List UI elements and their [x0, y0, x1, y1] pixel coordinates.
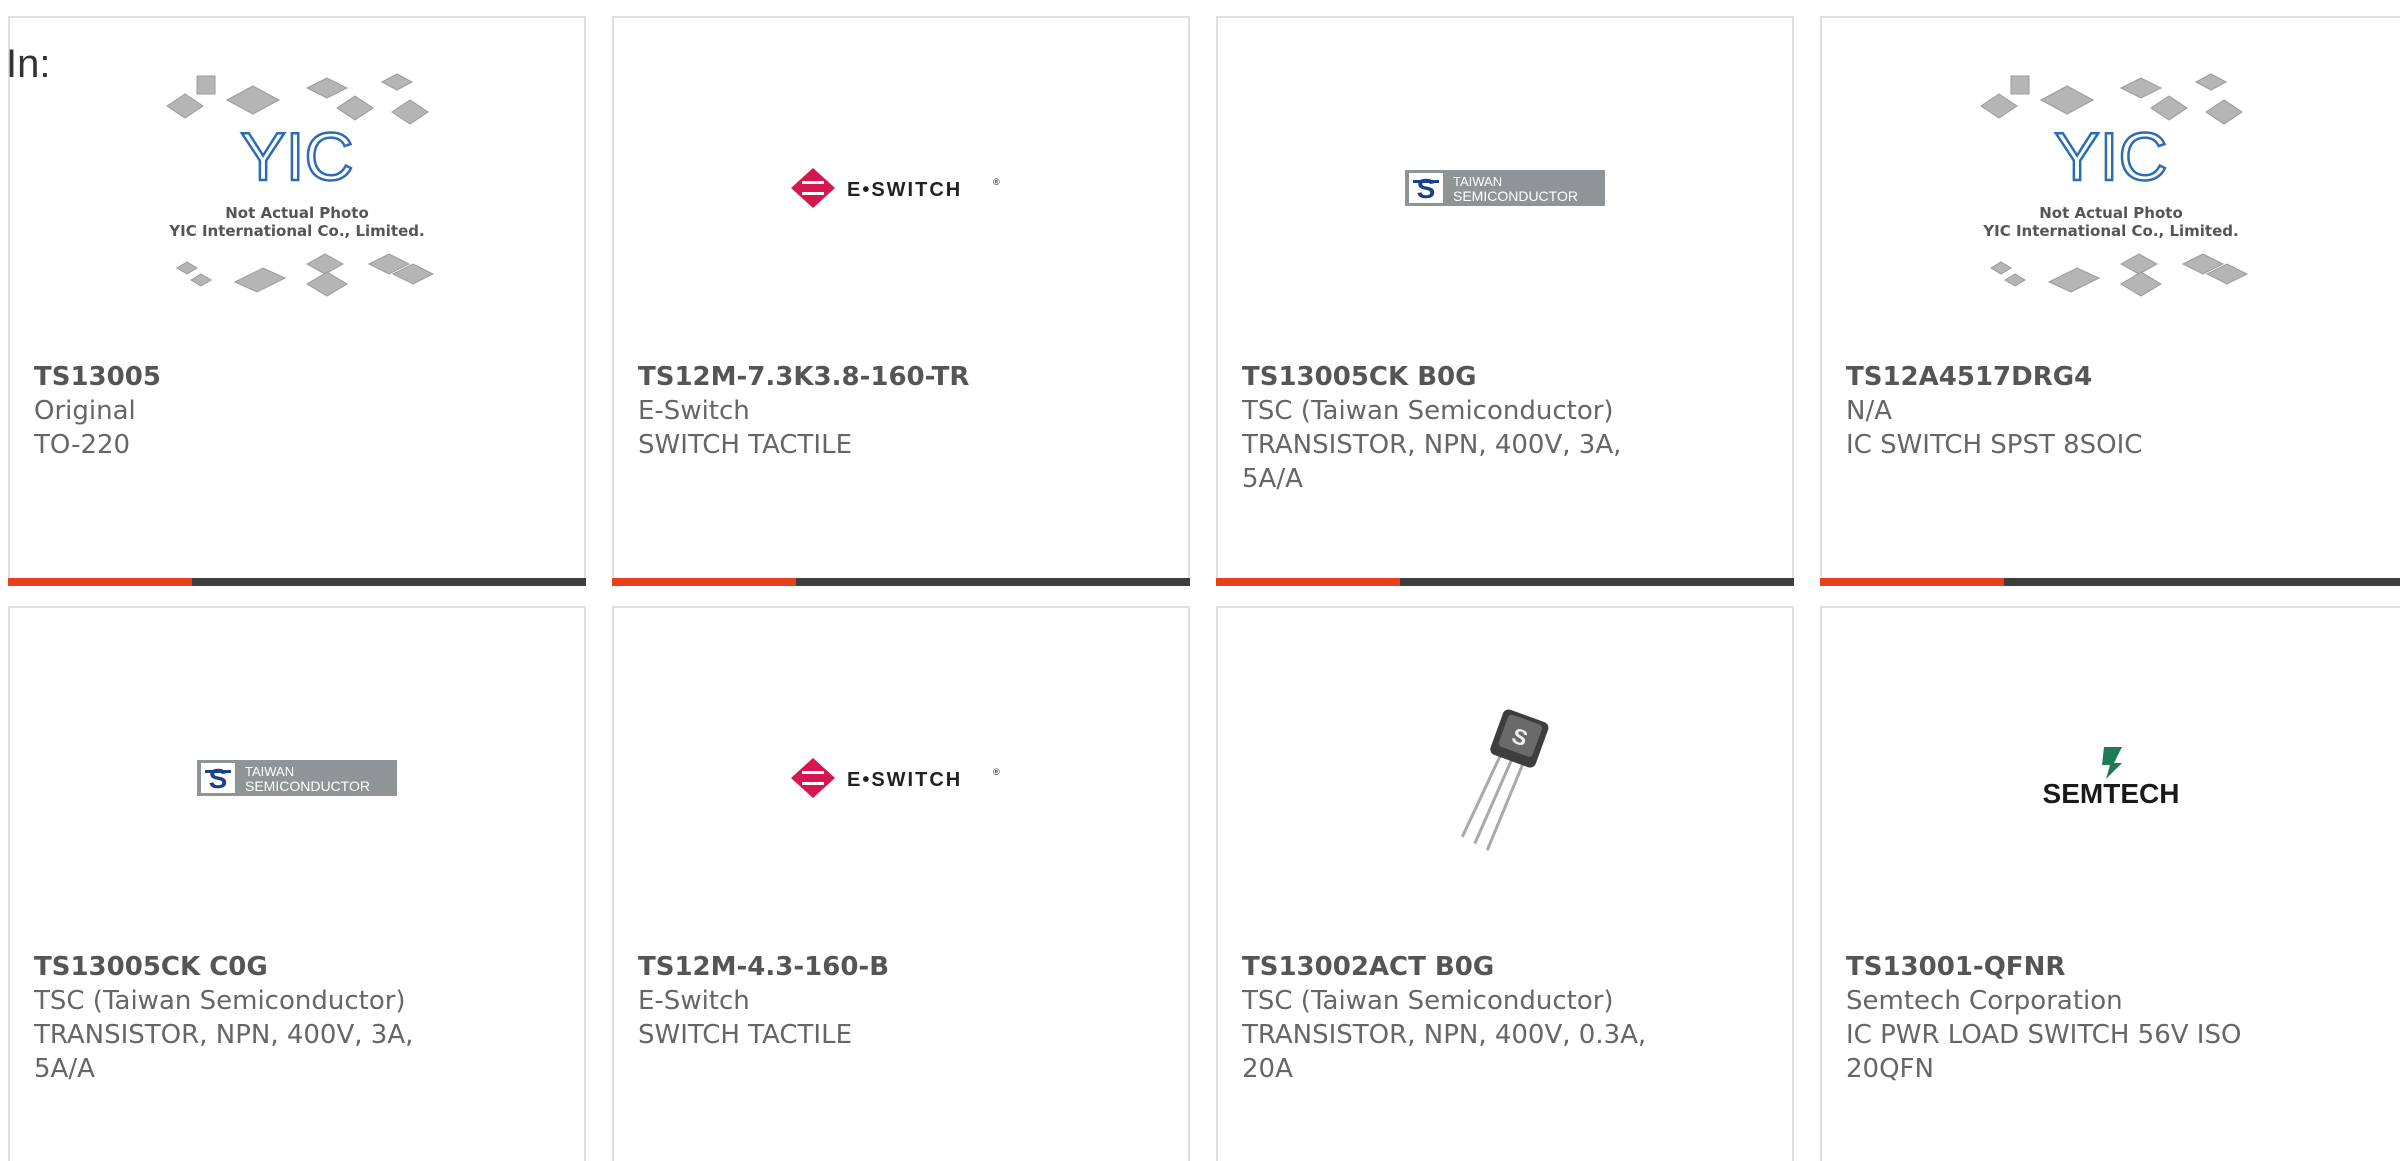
- svg-text:SEMTECH: SEMTECH: [2043, 778, 2180, 809]
- product-image[interactable]: E•SWITCH ®: [614, 608, 1188, 948]
- description: SWITCH TACTILE: [638, 1020, 853, 1050]
- yic-placeholder-logo: YIC Not Actual Photo YIC International C…: [166, 73, 435, 297]
- product-info: TS12A4517DRG4 N/A IC SWITCH SPST 8SOIC: [1846, 360, 2266, 462]
- svg-text:S: S: [1417, 173, 1436, 204]
- product-card[interactable]: YIC Not Actual Photo YIC International C…: [8, 16, 586, 586]
- product-card[interactable]: YIC Not Actual Photo YIC International C…: [1820, 16, 2400, 586]
- svg-text:YIC International Co., Limited: YIC International Co., Limited.: [1982, 222, 2238, 240]
- part-number[interactable]: TS12A4517DRG4: [1846, 360, 2266, 394]
- svg-text:YIC: YIC: [2054, 119, 2167, 195]
- manufacturer: TSC (Taiwan Semiconductor): [34, 986, 406, 1016]
- product-info: TS13005 Original TO-220: [34, 360, 454, 462]
- description: TRANSISTOR, NPN, 400V, 3A, 5A/A: [34, 1020, 414, 1084]
- product-info: TS12M-7.3K3.8-160-TR E-Switch SWITCH TAC…: [638, 360, 1058, 462]
- svg-text:Not Actual Photo: Not Actual Photo: [2039, 204, 2183, 222]
- card-bottom-bar: [1216, 578, 1794, 586]
- card-accent-bar: [612, 578, 796, 586]
- part-number[interactable]: TS13005CK C0G: [34, 950, 454, 984]
- product-image[interactable]: S: [1218, 608, 1792, 948]
- description: IC SWITCH SPST 8SOIC: [1846, 430, 2143, 460]
- yic-placeholder-logo: YIC Not Actual Photo YIC International C…: [1980, 73, 2249, 297]
- svg-text:S: S: [209, 763, 228, 794]
- product-card[interactable]: E•SWITCH ® TS12M-4.3-160-B E-Switch SWIT…: [612, 606, 1190, 1161]
- description: IC PWR LOAD SWITCH 56V ISO 20QFN: [1846, 1020, 2242, 1084]
- product-image[interactable]: E•SWITCH ®: [614, 18, 1188, 358]
- description: TO-220: [34, 430, 131, 460]
- product-image[interactable]: S TAIWAN SEMICONDUCTOR: [1218, 18, 1792, 358]
- product-card[interactable]: S TS13002ACT B0G TSC (Taiwan Semiconduct…: [1216, 606, 1794, 1161]
- manufacturer: Semtech Corporation: [1846, 986, 2123, 1016]
- manufacturer: E-Switch: [638, 986, 750, 1016]
- taiwan-semiconductor-logo: S TAIWAN SEMICONDUCTOR: [1405, 170, 1605, 206]
- manufacturer: Original: [34, 396, 136, 426]
- part-number[interactable]: TS13005: [34, 360, 454, 394]
- part-number[interactable]: TS13002ACT B0G: [1242, 950, 1662, 984]
- product-image[interactable]: S TAIWAN SEMICONDUCTOR: [10, 608, 584, 948]
- card-bottom-bar: [1820, 578, 2400, 586]
- description: TRANSISTOR, NPN, 400V, 0.3A, 20A: [1242, 1020, 1647, 1084]
- svg-text:E•SWITCH: E•SWITCH: [847, 769, 962, 791]
- card-accent-bar: [1820, 578, 2004, 586]
- to92-transistor-photo: S: [1460, 709, 1549, 851]
- product-info: TS13005CK B0G TSC (Taiwan Semiconductor)…: [1242, 360, 1662, 496]
- svg-text:Not Actual Photo: Not Actual Photo: [225, 204, 369, 222]
- part-number[interactable]: TS13005CK B0G: [1242, 360, 1662, 394]
- manufacturer: TSC (Taiwan Semiconductor): [1242, 396, 1614, 426]
- product-info: TS13005CK C0G TSC (Taiwan Semiconductor)…: [34, 950, 454, 1086]
- product-card[interactable]: SEMTECH TS13001-QFNR Semtech Corporation…: [1820, 606, 2400, 1161]
- product-card[interactable]: S TAIWAN SEMICONDUCTOR TS13005CK C0G TSC…: [8, 606, 586, 1161]
- manufacturer: E-Switch: [638, 396, 750, 426]
- card-accent-bar: [8, 578, 192, 586]
- description: SWITCH TACTILE: [638, 430, 853, 460]
- svg-text:YIC International Co., Limited: YIC International Co., Limited.: [168, 222, 424, 240]
- product-info: TS13002ACT B0G TSC (Taiwan Semiconductor…: [1242, 950, 1662, 1086]
- card-accent-bar: [1216, 578, 1400, 586]
- card-bottom-bar: [8, 578, 586, 586]
- taiwan-semiconductor-logo: S TAIWAN SEMICONDUCTOR: [197, 760, 397, 796]
- semtech-logo: SEMTECH: [2043, 747, 2180, 809]
- product-info: TS13001-QFNR Semtech Corporation IC PWR …: [1846, 950, 2266, 1086]
- part-number[interactable]: TS12M-7.3K3.8-160-TR: [638, 360, 1058, 394]
- svg-text:YIC: YIC: [240, 119, 353, 195]
- product-card[interactable]: S TAIWAN SEMICONDUCTOR TS13005CK B0G TSC…: [1216, 16, 1794, 586]
- part-number[interactable]: TS12M-4.3-160-B: [638, 950, 1058, 984]
- part-number[interactable]: TS13001-QFNR: [1846, 950, 2266, 984]
- svg-text:SEMICONDUCTOR: SEMICONDUCTOR: [245, 778, 370, 794]
- product-image[interactable]: YIC Not Actual Photo YIC International C…: [1822, 18, 2400, 358]
- e-switch-logo: E•SWITCH ®: [791, 168, 1000, 208]
- description: TRANSISTOR, NPN, 400V, 3A, 5A/A: [1242, 430, 1622, 494]
- svg-text:TAIWAN: TAIWAN: [245, 764, 294, 779]
- product-info: TS12M-4.3-160-B E-Switch SWITCH TACTILE: [638, 950, 1058, 1052]
- svg-text:TAIWAN: TAIWAN: [1453, 174, 1502, 189]
- svg-text:®: ®: [993, 177, 1000, 187]
- product-card[interactable]: E•SWITCH ® TS12M-7.3K3.8-160-TR E-Switch…: [612, 16, 1190, 586]
- product-image[interactable]: SEMTECH: [1822, 608, 2400, 948]
- page-label: In:: [6, 42, 51, 86]
- e-switch-logo: E•SWITCH ®: [791, 758, 1000, 798]
- manufacturer: TSC (Taiwan Semiconductor): [1242, 986, 1614, 1016]
- svg-text:E•SWITCH: E•SWITCH: [847, 179, 962, 201]
- product-image[interactable]: YIC Not Actual Photo YIC International C…: [10, 18, 584, 358]
- svg-text:®: ®: [993, 767, 1000, 777]
- manufacturer: N/A: [1846, 396, 1892, 426]
- svg-text:SEMICONDUCTOR: SEMICONDUCTOR: [1453, 188, 1578, 204]
- card-bottom-bar: [612, 578, 1190, 586]
